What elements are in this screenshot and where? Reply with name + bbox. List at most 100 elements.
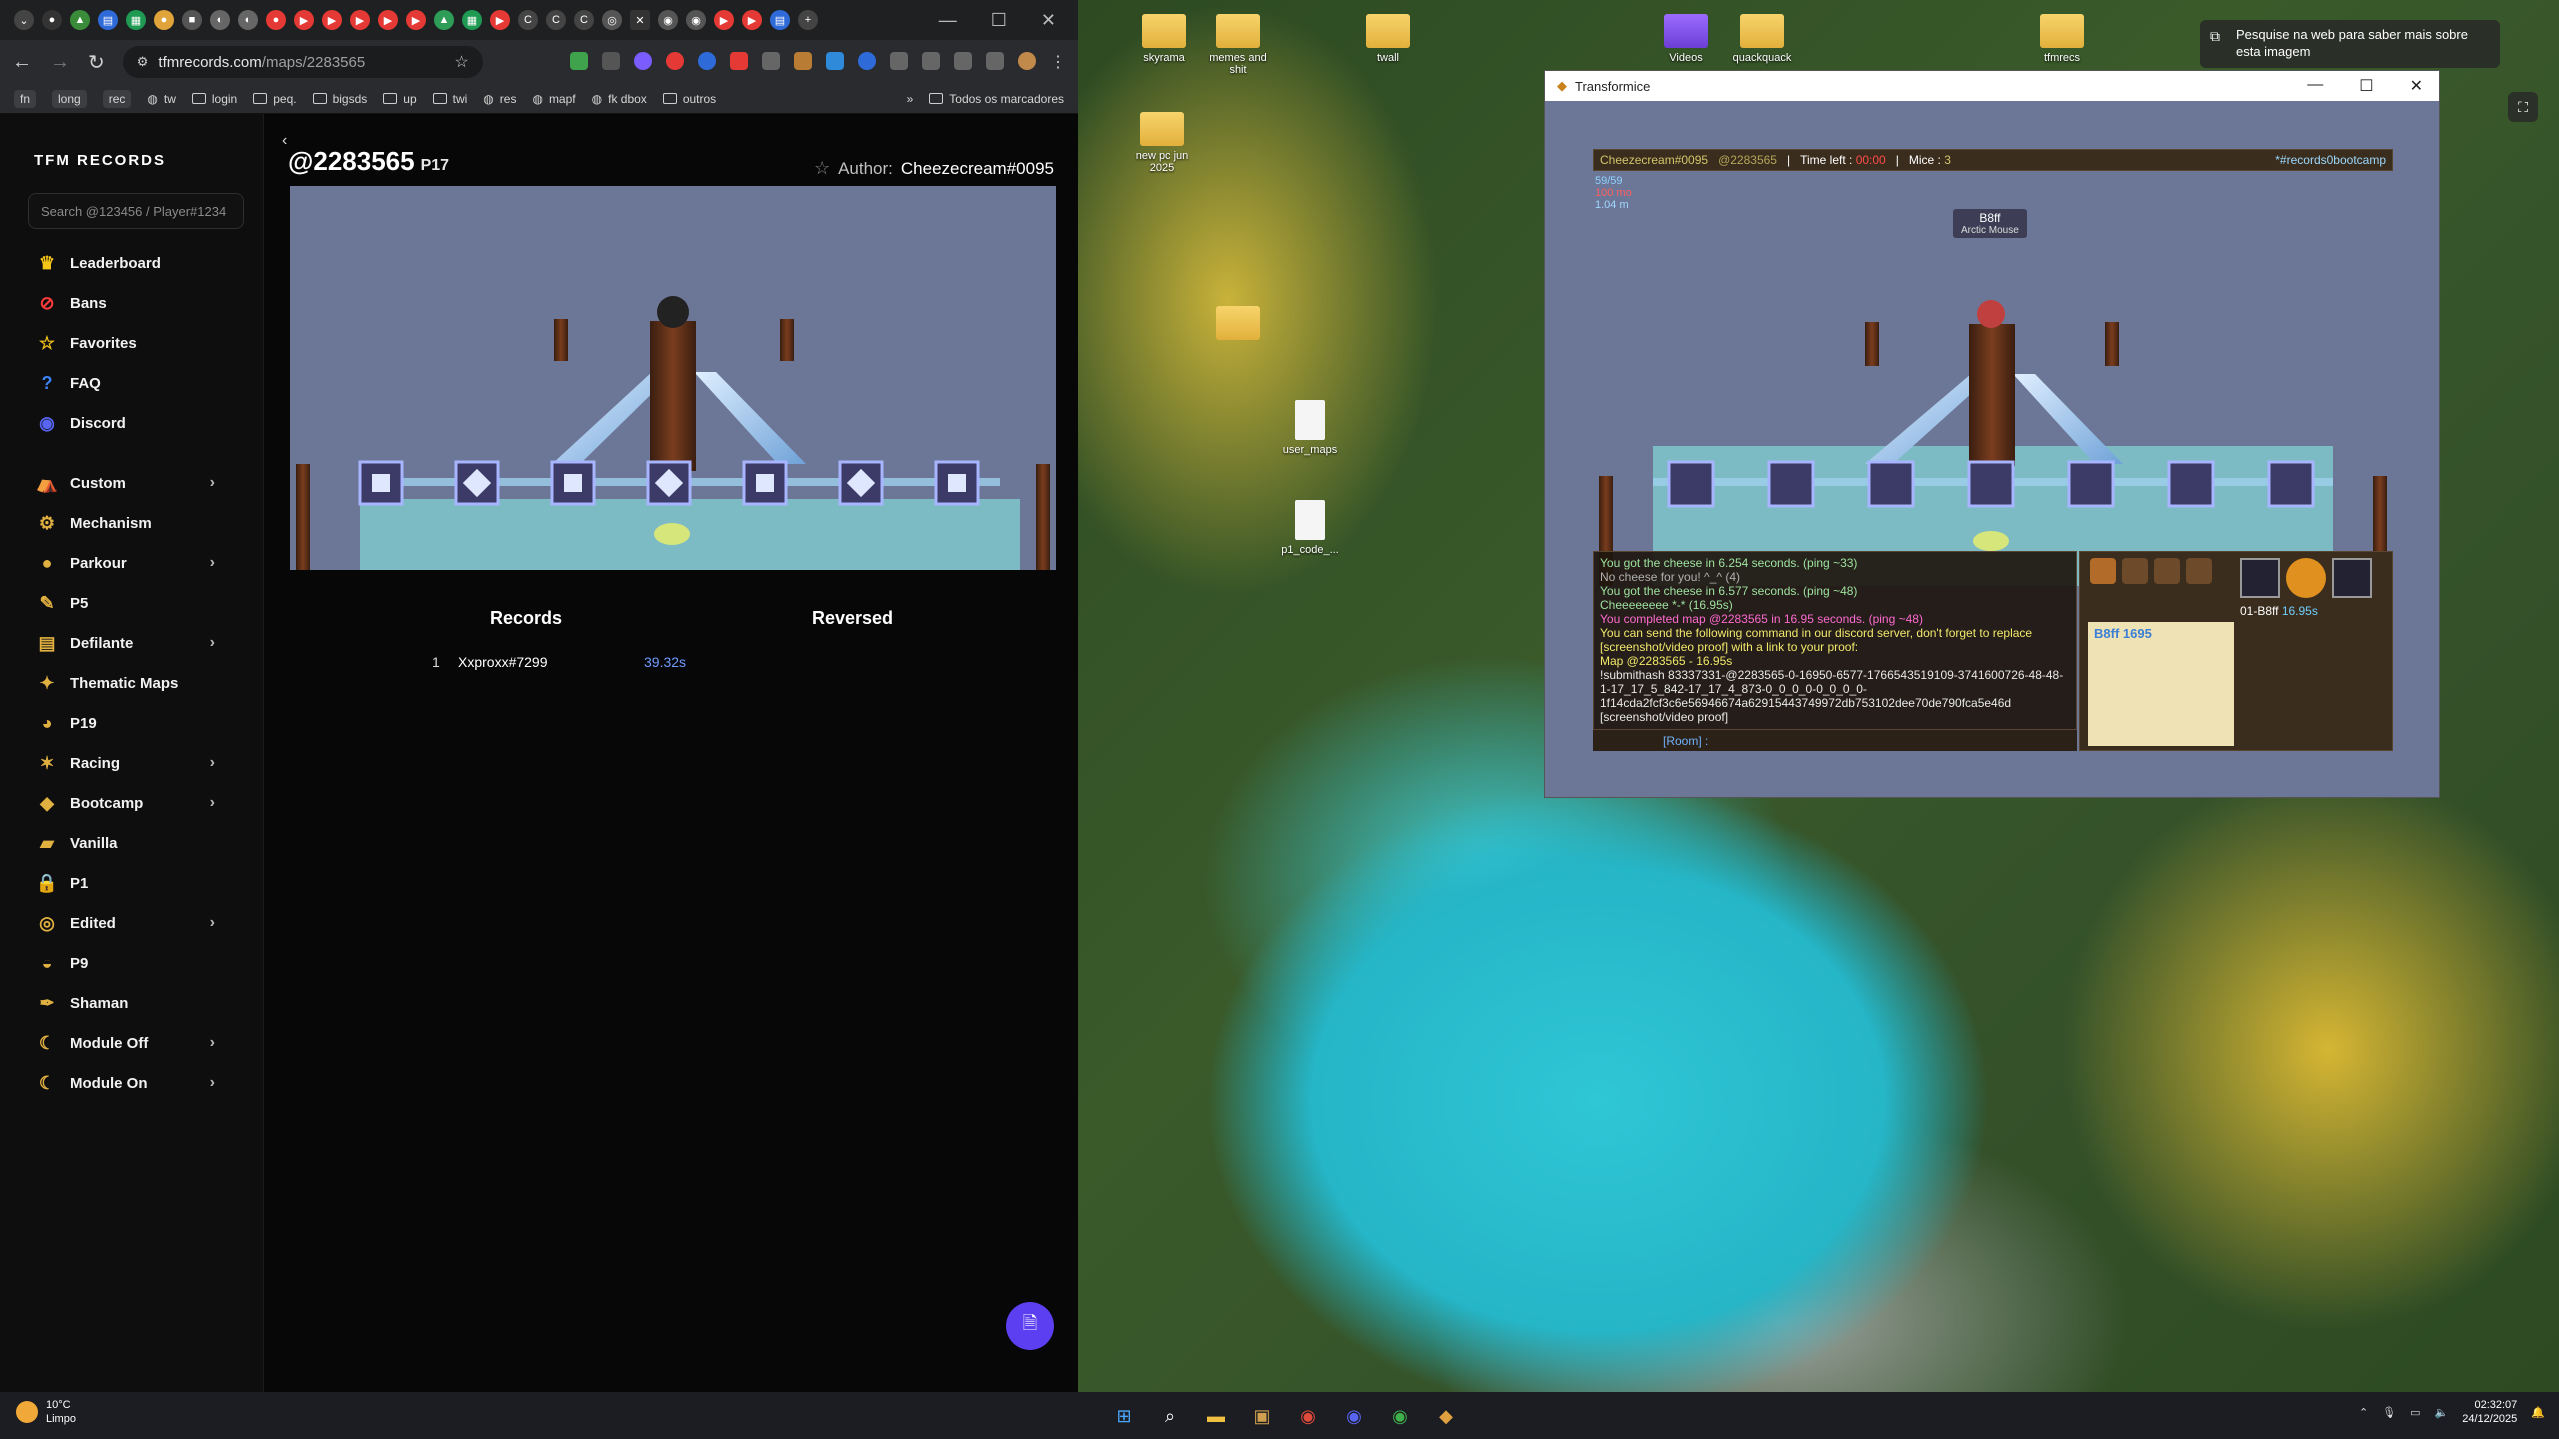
desktop-icon-folder[interactable]: [1202, 306, 1274, 344]
sidebar-item-p9[interactable]: ◒ P9: [0, 943, 239, 983]
tab-icon[interactable]: ●: [42, 10, 62, 30]
extension-icon[interactable]: [698, 52, 716, 70]
bookmark-item[interactable]: fn: [14, 89, 37, 108]
reload-icon[interactable]: ↻: [88, 50, 105, 75]
tab-icon[interactable]: ◐: [210, 10, 230, 30]
tab-icon[interactable]: ▶: [350, 10, 370, 30]
bookmark-item[interactable]: rec: [102, 89, 132, 108]
desktop-icon-skyrama[interactable]: skyrama: [1128, 14, 1200, 64]
bookmark-item[interactable]: ◍ mapf: [532, 92, 575, 106]
bookmark-item[interactable]: peq.: [253, 92, 297, 106]
chrome-profile-icon[interactable]: ◉: [1386, 1402, 1414, 1430]
close-tab-icon[interactable]: ✕: [630, 10, 650, 30]
weather-widget[interactable]: 10°C Limpo: [16, 1398, 76, 1426]
app-icon[interactable]: ▣: [1248, 1402, 1276, 1430]
sidebar-item-shaman[interactable]: ✒ Shaman: [0, 983, 239, 1023]
maximize-icon[interactable]: ☐: [991, 10, 1007, 31]
tab-active-icon[interactable]: ◎: [602, 10, 622, 30]
tab-icon[interactable]: ▶: [294, 10, 314, 30]
search-input[interactable]: Search @123456 / Player#1234: [28, 193, 244, 229]
bookmark-item[interactable]: long: [52, 89, 87, 108]
sidebar-item-parkour[interactable]: ● Parkour ›: [0, 543, 239, 583]
extension-icon[interactable]: [890, 52, 908, 70]
chevron-right-icon[interactable]: ›: [210, 474, 215, 492]
split-view-icon[interactable]: [986, 52, 1004, 70]
tab-icon[interactable]: ●: [266, 10, 286, 30]
desktop-icon-user-maps[interactable]: user_maps: [1274, 400, 1346, 456]
tab-icon[interactable]: ■: [182, 10, 202, 30]
tab-icon[interactable]: ▶: [714, 10, 734, 30]
sidebar-item-faq[interactable]: ? FAQ: [0, 363, 239, 403]
tab-icon[interactable]: ▶: [742, 10, 762, 30]
tab-icon[interactable]: ▦: [462, 10, 482, 30]
discord-icon[interactable]: ◉: [1340, 1402, 1368, 1430]
avatar[interactable]: [2286, 558, 2326, 598]
capture-icon[interactable]: ⛶: [2508, 92, 2538, 122]
maximize-icon[interactable]: ☐: [2359, 76, 2373, 96]
sidebar-item-bans[interactable]: ⊘ Bans: [0, 283, 239, 323]
site-brand[interactable]: TFM RECORDS: [0, 114, 239, 169]
bookmark-item[interactable]: bigsds: [312, 92, 367, 106]
back-chevron-icon[interactable]: ‹: [282, 132, 287, 150]
new-tab-icon[interactable]: +: [798, 10, 818, 30]
back-icon[interactable]: ←: [12, 51, 32, 74]
transformice-icon[interactable]: ◆: [1432, 1402, 1460, 1430]
shop-icon[interactable]: [2154, 558, 2180, 584]
sidebar-item-thematic-maps[interactable]: ✦ Thematic Maps: [0, 663, 239, 703]
desktop-icon-p1-code[interactable]: p1_code_...: [1274, 500, 1346, 556]
extension-icon[interactable]: [858, 52, 876, 70]
tribe-icon[interactable]: [2186, 558, 2212, 584]
tab-icon[interactable]: ▶: [322, 10, 342, 30]
volume-icon[interactable]: 🔈: [2435, 1406, 2449, 1419]
search-icon[interactable]: ⌕: [1156, 1402, 1184, 1430]
bookmark-star-icon[interactable]: ☆: [454, 52, 468, 72]
sidebar-item-edited[interactable]: ◎ Edited ›: [0, 903, 239, 943]
desktop-icon-videos[interactable]: Videos: [1650, 14, 1722, 64]
desktop-icon-tfmrecs[interactable]: tfmrecs: [2026, 14, 2098, 64]
profile-avatar[interactable]: [1018, 52, 1036, 70]
tab-icon[interactable]: ◉: [686, 10, 706, 30]
bookmark-item[interactable]: ◍ tw: [147, 92, 175, 106]
tab-icon[interactable]: ▲: [70, 10, 90, 30]
tab-icon[interactable]: C: [518, 10, 538, 30]
inventory-icon[interactable]: [2122, 558, 2148, 584]
site-info-icon[interactable]: ⚙: [137, 54, 149, 70]
document-fab-button[interactable]: 🗎: [1006, 1302, 1054, 1350]
desktop-icon-quackquack[interactable]: quackquack: [1726, 14, 1798, 64]
bookmark-item[interactable]: twi: [432, 92, 467, 106]
sidebar-item-module-on[interactable]: ☾ Module On ›: [0, 1063, 239, 1103]
sidebar-item-mechanism[interactable]: ⚙ Mechanism: [0, 503, 239, 543]
chevron-right-icon[interactable]: ›: [210, 554, 215, 572]
extensions-puzzle-icon[interactable]: [922, 52, 940, 70]
tab-icon[interactable]: ▶: [378, 10, 398, 30]
sidebar-item-discord[interactable]: ◉ Discord: [0, 403, 239, 443]
forward-icon[interactable]: →: [50, 51, 70, 74]
sidebar-item-defilante[interactable]: ▤ Defilante ›: [0, 623, 239, 663]
tab-icon[interactable]: ▶: [490, 10, 510, 30]
tab-icon[interactable]: ◉: [658, 10, 678, 30]
tab-icon[interactable]: ▲: [434, 10, 454, 30]
tray-chevron-icon[interactable]: ⌃: [2359, 1406, 2368, 1419]
desktop-icon-twall[interactable]: twall: [1352, 14, 1424, 64]
chevron-right-icon[interactable]: ›: [210, 1074, 215, 1092]
avatar[interactable]: [2240, 558, 2280, 598]
chevron-right-icon[interactable]: ›: [210, 1034, 215, 1052]
room-name[interactable]: *#records0bootcamp: [2275, 153, 2392, 167]
clock[interactable]: 02:32:07 24/12/2025: [2462, 1398, 2517, 1426]
tab-icon[interactable]: ▶: [406, 10, 426, 30]
sidebar-item-leaderboard[interactable]: ♛ Leaderboard: [0, 243, 239, 283]
extension-icon[interactable]: [826, 52, 844, 70]
address-bar[interactable]: ⚙ tfmrecords.com/maps/2283565 ☆: [122, 46, 483, 78]
desktop-icon-memes[interactable]: memes and shit: [1202, 14, 1274, 76]
record-player[interactable]: Xxproxx#7299: [458, 654, 548, 670]
all-bookmarks[interactable]: Todos os marcadores: [929, 92, 1064, 106]
chrome-icon[interactable]: ◉: [1294, 1402, 1322, 1430]
bookmark-item[interactable]: login: [191, 92, 237, 106]
minimize-icon[interactable]: —: [939, 10, 957, 31]
tab-icon[interactable]: ▦: [126, 10, 146, 30]
extension-icon[interactable]: [762, 52, 780, 70]
notifications-icon[interactable]: 🔔: [2531, 1406, 2545, 1419]
tab-icon[interactable]: ▤: [770, 10, 790, 30]
file-explorer-icon[interactable]: ▬: [1202, 1402, 1230, 1430]
reading-list-icon[interactable]: [954, 52, 972, 70]
